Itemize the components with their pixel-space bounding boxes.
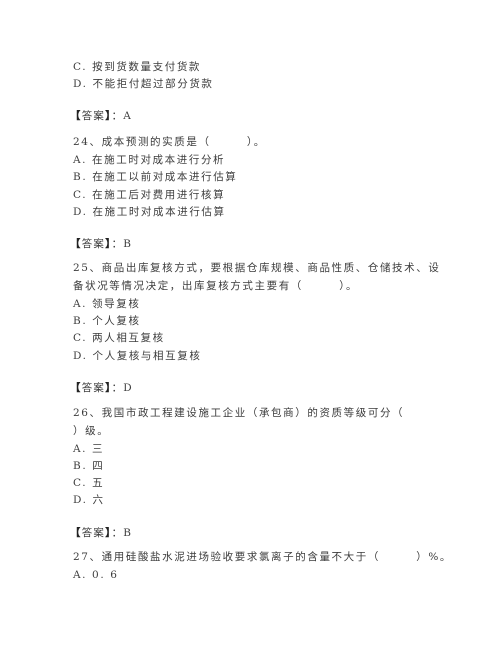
- q26-stem-line-1: 26、我国市政工程建设施工企业（承包商）的资质等级可分（: [73, 407, 405, 419]
- q23-answer: 【答案】：A: [70, 109, 132, 123]
- answer-label: 答案: [81, 238, 106, 250]
- q25-option-c: C. 两人相互复核: [73, 332, 165, 344]
- answer-value: B: [123, 238, 133, 250]
- q24-option-c: C. 在施工后对费用进行核算: [73, 189, 226, 201]
- answer-label: 答案: [81, 382, 106, 394]
- q26-option-a: A. 三: [73, 443, 105, 455]
- answer-label: 答案: [81, 527, 106, 539]
- q26-stem-line-2: ）级。: [73, 425, 110, 437]
- answer-separator: ：: [111, 382, 124, 394]
- q25-option-a: A. 领导复核: [73, 298, 141, 310]
- answer-separator: ：: [111, 110, 124, 122]
- q24-option-a: A. 在施工时对成本进行分析: [73, 154, 226, 166]
- q27-stem: 27、通用硅酸盐水泥进场验收要求氯离子的含量不大于（ ）%。: [73, 551, 453, 563]
- answer-bracket-open: 【: [70, 238, 82, 250]
- q23-option-d: D. 不能拒付超过部分货款: [73, 78, 214, 90]
- q26-answer: 【答案】：B: [70, 526, 132, 540]
- q24-stem: 24、成本预测的实质是（ ）。: [73, 136, 266, 148]
- q24-option-b: B. 在施工以前对成本进行估算: [73, 171, 238, 183]
- q25-stem-line-1: 25、商品出库复核方式，要根据仓库规模、商品性质、仓储技术、设: [73, 262, 441, 274]
- answer-value: B: [123, 527, 133, 539]
- q26-option-b: B. 四: [73, 460, 105, 472]
- q23-option-c: C. 按到货数量支付货款: [73, 61, 202, 73]
- answer-bracket-open: 【: [70, 382, 82, 394]
- q25-answer: 【答案】：D: [70, 381, 133, 395]
- q26-option-c: C. 五: [73, 477, 105, 489]
- q24-answer: 【答案】：B: [70, 237, 132, 251]
- q25-option-b: B. 个人复核: [73, 315, 141, 327]
- answer-separator: ：: [111, 527, 124, 539]
- q27-option-a: A. 0. 6: [73, 569, 119, 581]
- q25-option-d: D. 个人复核与相互复核: [73, 350, 202, 362]
- q24-option-d: D. 在施工时对成本进行估算: [73, 206, 226, 218]
- answer-separator: ：: [111, 238, 124, 250]
- answer-value: D: [123, 382, 133, 394]
- q25-stem-line-2: 备状况等情况决定，出库复核方式主要有（ ）。: [73, 280, 359, 292]
- answer-bracket-open: 【: [70, 527, 82, 539]
- answer-label: 答案: [81, 110, 106, 122]
- answer-value: A: [123, 110, 133, 122]
- q26-option-d: D. 六: [73, 494, 105, 506]
- answer-bracket-open: 【: [70, 110, 82, 122]
